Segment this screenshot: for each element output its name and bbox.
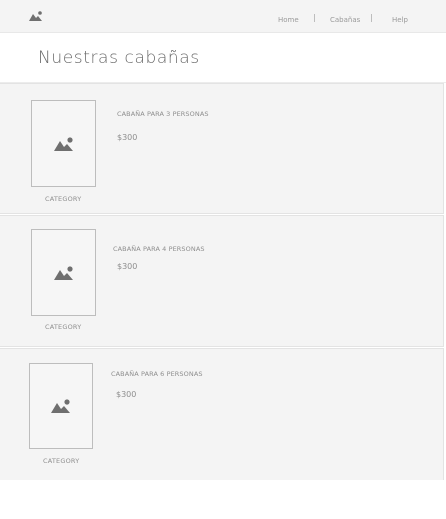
cabin-price: $300	[117, 262, 138, 271]
image-placeholder-icon	[51, 399, 70, 413]
cabin-title[interactable]: CABAÑA PARA 3 PERSONAS	[117, 110, 209, 118]
page-footer-space	[0, 480, 446, 519]
image-placeholder-icon	[53, 136, 73, 151]
cabin-thumbnail[interactable]	[31, 100, 96, 187]
cabin-thumbnail[interactable]	[31, 229, 96, 316]
nav-separator	[314, 14, 315, 22]
nav-item-cabanas[interactable]: Cabañas	[330, 16, 360, 24]
cabin-thumbnail[interactable]	[29, 363, 93, 449]
image-placeholder-icon	[53, 265, 73, 280]
category-label: CATEGORY	[43, 457, 80, 465]
category-label: CATEGORY	[45, 323, 82, 331]
cabin-price: $300	[116, 390, 137, 399]
nav-item-home[interactable]: Home	[278, 16, 299, 24]
cabin-title[interactable]: CABAÑA PARA 4 PERSONAS	[113, 245, 205, 253]
page-title: Nuestras cabañas	[38, 48, 200, 68]
top-navbar: Home Cabañas Help	[0, 0, 446, 33]
nav-separator	[371, 14, 372, 22]
category-label: CATEGORY	[45, 195, 82, 203]
image-icon[interactable]	[29, 11, 43, 21]
nav-item-help[interactable]: Help	[392, 16, 408, 24]
cabin-price: $300	[117, 133, 138, 142]
cabin-title[interactable]: CABAÑA PARA 6 PERSONAS	[111, 370, 203, 378]
